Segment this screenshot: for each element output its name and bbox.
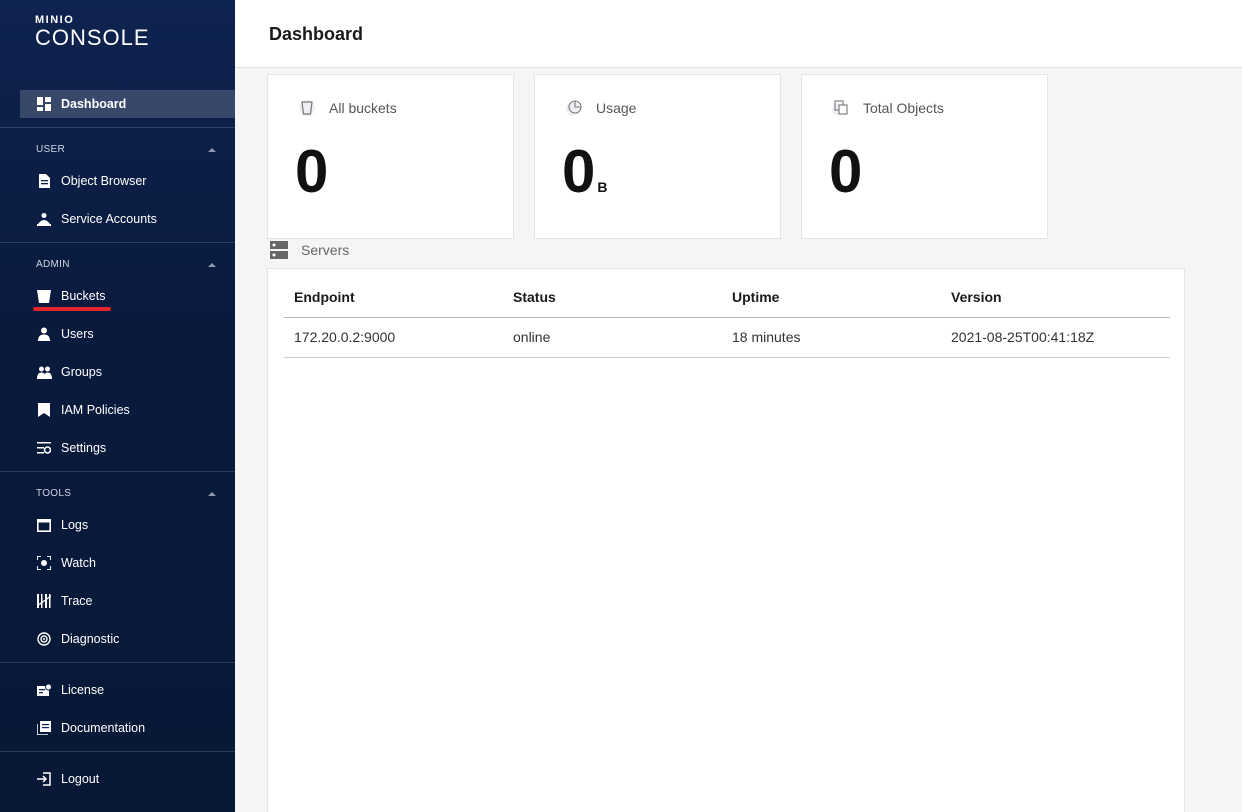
- sidebar-item-label: License: [61, 683, 105, 697]
- sidebar-item-logs[interactable]: Logs: [20, 511, 235, 539]
- card-title: All buckets: [296, 100, 397, 116]
- user-icon: [36, 326, 52, 342]
- section-header-user[interactable]: USER: [36, 144, 216, 155]
- sidebar-item-dashboard[interactable]: Dashboard: [20, 90, 235, 118]
- card-title-text: Total Objects: [863, 100, 944, 116]
- sidebar-item-license[interactable]: License: [20, 676, 235, 704]
- servers-section-title: Servers: [270, 241, 349, 259]
- document-icon: [36, 173, 52, 189]
- sidebar-item-label: Service Accounts: [61, 212, 157, 226]
- sidebar-item-label: Users: [61, 327, 94, 341]
- sidebar-item-label: Settings: [61, 441, 107, 455]
- sidebar-item-service-accounts[interactable]: Service Accounts: [20, 205, 235, 233]
- card-title-text: All buckets: [329, 100, 397, 116]
- sidebar-divider: [0, 662, 235, 663]
- logo-product: CONSOLE: [35, 25, 150, 50]
- collapse-caret-icon: [208, 491, 216, 496]
- sidebar-item-label: Buckets: [61, 289, 106, 303]
- service-account-icon: [36, 211, 52, 227]
- sidebar-item-watch[interactable]: Watch: [20, 549, 235, 577]
- card-title-text: Usage: [596, 100, 637, 116]
- card-title: Usage: [563, 100, 636, 116]
- logs-icon: [36, 517, 52, 533]
- minio-console-logo[interactable]: MINIO CONSOLE: [35, 14, 150, 50]
- dashboard-icon: [36, 96, 52, 112]
- section-label-tools: TOOLS: [36, 488, 72, 499]
- card-value-unit: B: [597, 179, 608, 195]
- sidebar-item-label: Logout: [61, 772, 100, 786]
- diagnostic-icon: [36, 631, 52, 647]
- pie-chart-icon: [563, 100, 585, 116]
- watch-icon: [36, 555, 52, 571]
- sidebar-item-iam-policies[interactable]: IAM Policies: [20, 396, 235, 424]
- table-row[interactable]: 172.20.0.2:9000 online 18 minutes 2021-0…: [284, 317, 1170, 358]
- sidebar-item-documentation[interactable]: Documentation: [20, 714, 235, 742]
- servers-table: Endpoint Status Uptime Version 172.20.0.…: [284, 277, 1170, 358]
- page-title: Dashboard: [269, 24, 364, 44]
- groups-icon: [36, 364, 52, 380]
- sidebar-item-logout[interactable]: Logout: [20, 765, 235, 793]
- servers-panel: Endpoint Status Uptime Version 172.20.0.…: [267, 268, 1185, 812]
- trace-icon: [36, 593, 52, 609]
- bucket-icon: [36, 288, 52, 304]
- sidebar-item-label: Watch: [61, 556, 96, 570]
- cell-version: 2021-08-25T00:41:18Z: [941, 317, 1170, 358]
- server-icon: [270, 241, 288, 259]
- sidebar-item-label: IAM Policies: [61, 403, 130, 417]
- card-total-objects: Total Objects 0: [801, 74, 1048, 239]
- sidebar-divider: [0, 127, 235, 128]
- logout-icon: [36, 771, 52, 787]
- sidebar-divider: [0, 242, 235, 243]
- column-header-version: Version: [941, 277, 1170, 318]
- column-header-endpoint: Endpoint: [284, 277, 503, 318]
- sidebar-item-label: Trace: [61, 594, 93, 608]
- table-header-row: Endpoint Status Uptime Version: [284, 277, 1170, 318]
- section-header-admin[interactable]: ADMIN: [36, 259, 216, 270]
- cell-status: online: [503, 317, 722, 358]
- card-value-number: 0: [295, 138, 329, 205]
- section-label-user: USER: [36, 144, 65, 155]
- documentation-icon: [36, 720, 52, 736]
- card-value: 0: [829, 137, 864, 222]
- objects-icon: [830, 100, 852, 116]
- sidebar-item-trace[interactable]: Trace: [20, 587, 235, 615]
- sidebar-item-label: Diagnostic: [61, 632, 120, 646]
- column-header-status: Status: [503, 277, 722, 318]
- card-usage: Usage 0B: [534, 74, 781, 239]
- sidebar-item-label: Groups: [61, 365, 102, 379]
- sidebar-item-groups[interactable]: Groups: [20, 358, 235, 386]
- top-bar: Dashboard: [235, 0, 1242, 68]
- sidebar-item-label: Dashboard: [61, 97, 127, 111]
- card-value: 0: [295, 137, 330, 222]
- sidebar-item-label: Documentation: [61, 721, 146, 735]
- sidebar-item-settings[interactable]: Settings: [20, 434, 235, 462]
- collapse-caret-icon: [208, 147, 216, 152]
- sidebar-divider: [0, 751, 235, 752]
- card-value-number: 0: [562, 138, 596, 205]
- sidebar-item-label: Logs: [61, 518, 89, 532]
- sidebar-divider: [0, 471, 235, 472]
- sidebar-item-diagnostic[interactable]: Diagnostic: [20, 625, 235, 653]
- card-title: Total Objects: [830, 100, 944, 116]
- section-header-tools[interactable]: TOOLS: [36, 488, 216, 499]
- highlight-underline: [33, 307, 111, 311]
- settings-icon: [36, 440, 52, 456]
- bookmark-icon: [36, 402, 52, 418]
- sidebar-item-buckets[interactable]: Buckets: [20, 282, 235, 310]
- card-value: 0B: [562, 137, 608, 222]
- sidebar: MINIO CONSOLE Dashboard USER Object Brow…: [0, 0, 235, 812]
- license-icon: [36, 682, 52, 698]
- card-value-number: 0: [829, 138, 863, 205]
- collapse-caret-icon: [208, 262, 216, 267]
- section-label-admin: ADMIN: [36, 259, 70, 270]
- bucket-outline-icon: [296, 100, 318, 116]
- sidebar-item-object-browser[interactable]: Object Browser: [20, 167, 235, 195]
- cell-uptime: 18 minutes: [722, 317, 941, 358]
- column-header-uptime: Uptime: [722, 277, 941, 318]
- cell-endpoint: 172.20.0.2:9000: [284, 317, 503, 358]
- card-all-buckets: All buckets 0: [267, 74, 514, 239]
- sidebar-item-label: Object Browser: [61, 174, 147, 188]
- servers-label-text: Servers: [301, 242, 350, 258]
- sidebar-item-users[interactable]: Users: [20, 320, 235, 348]
